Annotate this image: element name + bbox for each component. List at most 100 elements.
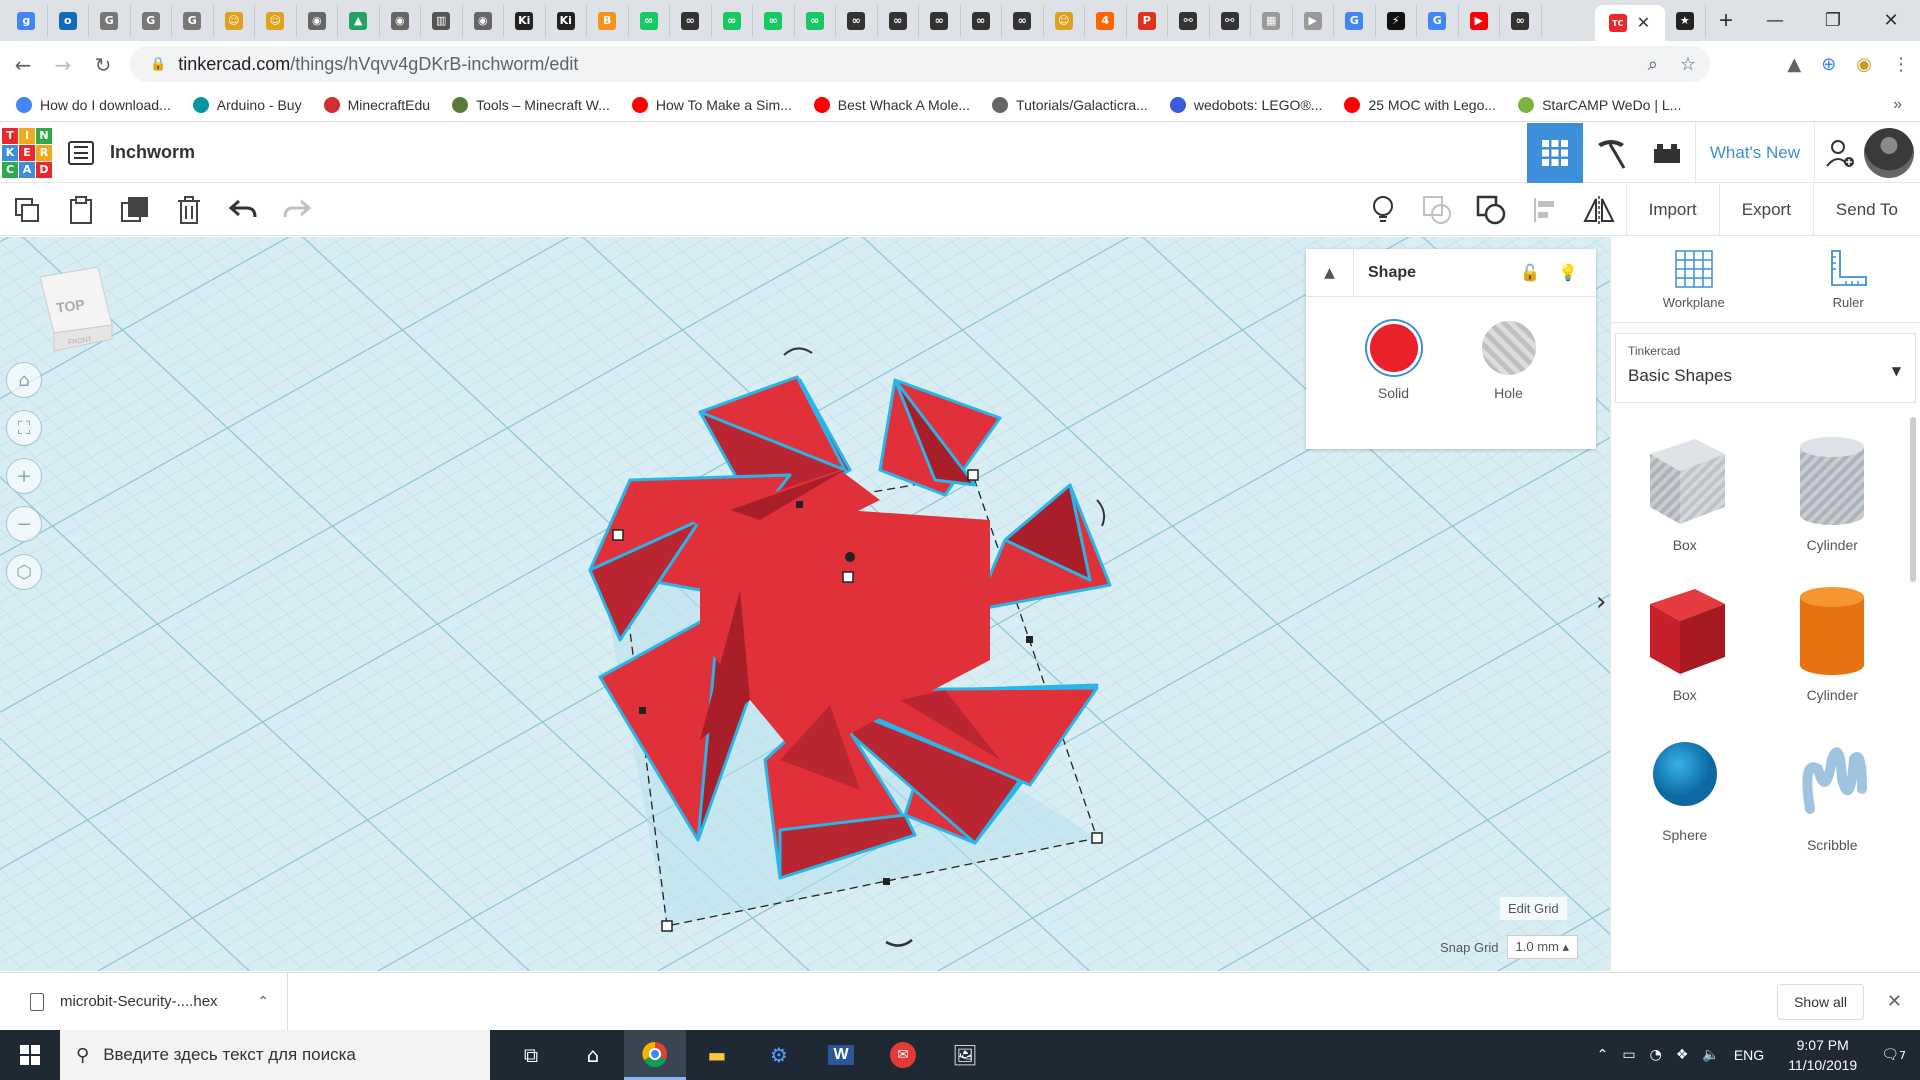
- bookmark-item[interactable]: 25 MOC with Lego...: [1344, 96, 1496, 113]
- dropbox-icon[interactable]: ❖: [1676, 1047, 1689, 1063]
- new-tab-button[interactable]: +: [1706, 7, 1746, 35]
- fit-view-icon[interactable]: ⛶: [6, 410, 42, 446]
- chevron-up-icon[interactable]: ⌃: [257, 994, 269, 1010]
- copy-button[interactable]: [0, 184, 54, 236]
- workplane-tool[interactable]: Workplane: [1663, 249, 1725, 310]
- export-button[interactable]: Export: [1718, 184, 1813, 236]
- forward-arrow-icon[interactable]: →: [46, 53, 80, 77]
- robot-app-icon[interactable]: ⚙: [748, 1030, 810, 1080]
- browser-tab[interactable]: ∞: [961, 4, 1002, 37]
- tinkercad-logo[interactable]: TINKERCAD: [2, 127, 52, 178]
- shape-box-hole[interactable]: Box: [1611, 429, 1759, 553]
- zoom-search-icon[interactable]: ⌕: [1648, 54, 1658, 75]
- browser-tab[interactable]: 4: [1085, 4, 1127, 37]
- browser-tab[interactable]: ∞: [1500, 4, 1542, 37]
- wifi-icon[interactable]: ◔: [1650, 1047, 1662, 1063]
- bookmark-star-icon[interactable]: ☆: [1680, 54, 1696, 75]
- hole-swatch[interactable]: [1481, 321, 1536, 375]
- maximize-button[interactable]: ❐: [1804, 10, 1862, 31]
- browser-tab[interactable]: ▥: [421, 4, 463, 37]
- browser-tab[interactable]: ⚯: [1210, 4, 1251, 37]
- browser-tab[interactable]: ☺: [214, 4, 255, 37]
- browser-tab[interactable]: G: [172, 4, 214, 37]
- taskbar-search[interactable]: ⚲ Введите здесь текст для поиска: [60, 1030, 490, 1080]
- zoom-in-icon[interactable]: +: [6, 458, 42, 494]
- bookmark-item[interactable]: wedobots: LEGO®...: [1169, 96, 1322, 113]
- bookmark-item[interactable]: How To Make a Sim...: [631, 96, 792, 113]
- browser-tab[interactable]: G: [1417, 4, 1459, 37]
- browser-tab[interactable]: G: [131, 4, 172, 37]
- bookmarks-overflow-icon[interactable]: »: [1893, 96, 1902, 114]
- rotate-handle-bottom[interactable]: [885, 939, 913, 947]
- shape-sphere[interactable]: Sphere: [1611, 729, 1759, 853]
- browser-tab[interactable]: o: [48, 4, 89, 37]
- add-user-button[interactable]: [1814, 123, 1864, 183]
- taskbar-clock[interactable]: 9:07 PM 11/10/2019: [1788, 1035, 1857, 1075]
- rotate-handle-right[interactable]: [1096, 499, 1106, 527]
- photos-app-icon[interactable]: 🖼: [934, 1030, 996, 1080]
- send-to-button[interactable]: Send To: [1812, 184, 1920, 236]
- download-item[interactable]: microbit-Security-....hex ⌃: [0, 972, 288, 1031]
- user-avatar[interactable]: [1864, 128, 1914, 178]
- rotate-handle-top[interactable]: [783, 347, 813, 356]
- undo-button[interactable]: [216, 184, 270, 236]
- align-button[interactable]: [1518, 184, 1572, 236]
- browser-tab[interactable]: ∞: [919, 4, 961, 37]
- bookmark-item[interactable]: How do I download...: [16, 96, 171, 113]
- mail-app-icon[interactable]: ✉: [872, 1030, 934, 1080]
- solid-color-swatch[interactable]: [1366, 321, 1421, 375]
- home-app-icon[interactable]: ⌂: [562, 1030, 624, 1080]
- close-download-bar-icon[interactable]: ✕: [1887, 991, 1902, 1012]
- browser-tab[interactable]: ☺: [1044, 4, 1085, 37]
- minimize-button[interactable]: —: [1746, 10, 1804, 31]
- browser-tab[interactable]: ∞: [629, 4, 670, 37]
- browser-menu-icon[interactable]: ⋮: [1892, 54, 1910, 75]
- file-explorer-icon[interactable]: ▬: [686, 1030, 748, 1080]
- shape-scribble[interactable]: Scribble: [1759, 729, 1907, 853]
- redo-button[interactable]: [270, 184, 324, 236]
- snap-grid-select[interactable]: 1.0 mm ▴: [1506, 935, 1579, 959]
- browser-tab[interactable]: g: [6, 4, 48, 37]
- mirror-button[interactable]: [1572, 184, 1626, 236]
- bricks-view-button[interactable]: [1639, 123, 1695, 183]
- import-button[interactable]: Import: [1625, 184, 1719, 236]
- shapes-scrollbar[interactable]: [1910, 417, 1916, 582]
- home-view-icon[interactable]: ⌂: [6, 362, 42, 398]
- browser-tab[interactable]: ◉: [463, 4, 504, 37]
- browser-tab[interactable]: ▶: [1459, 4, 1500, 37]
- perspective-icon[interactable]: ⬡: [6, 554, 42, 590]
- browser-tab[interactable]: P: [1127, 4, 1168, 37]
- zoom-out-icon[interactable]: −: [6, 506, 42, 542]
- browser-tab[interactable]: ∞: [670, 4, 712, 37]
- bookmark-item[interactable]: Tools – Minecraft W...: [452, 96, 610, 113]
- reload-icon[interactable]: ↻: [86, 53, 120, 77]
- inspector-collapse-icon[interactable]: ▲: [1306, 248, 1354, 297]
- shape-library-select[interactable]: Tinkercad Basic Shapes ▼: [1615, 333, 1916, 403]
- blocks-view-button[interactable]: [1583, 123, 1639, 183]
- browser-tab[interactable]: ∞: [753, 4, 795, 37]
- bookmark-item[interactable]: StarCAMP WeDo | L...: [1518, 96, 1681, 113]
- tray-chevron-up-icon[interactable]: ⌃: [1597, 1047, 1609, 1063]
- 3d-design-view-button[interactable]: [1526, 123, 1583, 183]
- design-title[interactable]: Inchworm: [110, 142, 195, 163]
- browser-tab[interactable]: ▦: [1251, 4, 1293, 37]
- task-view-icon[interactable]: ⧉: [500, 1030, 562, 1080]
- browser-tab[interactable]: ∞: [712, 4, 753, 37]
- shape-cylinder-hole[interactable]: Cylinder: [1759, 429, 1907, 553]
- browser-tab[interactable]: ★: [1665, 4, 1706, 37]
- input-language[interactable]: ENG: [1734, 1047, 1764, 1063]
- solid-option[interactable]: Solid: [1366, 321, 1421, 401]
- browser-tab[interactable]: ☺: [255, 4, 297, 37]
- browser-tab[interactable]: ⚯: [1168, 4, 1210, 37]
- active-tab[interactable]: TC ✕: [1594, 5, 1665, 41]
- battery-icon[interactable]: ▭: [1622, 1047, 1635, 1063]
- shape-cylinder-solid[interactable]: Cylinder: [1759, 579, 1907, 703]
- workplane-canvas[interactable]: TOP FRONT ⌂ ⛶ + − ⬡ ▲ Shape 🔓 💡 Solid Ho…: [0, 237, 1610, 971]
- browser-tab[interactable]: G: [89, 4, 131, 37]
- browser-tab[interactable]: ∞: [836, 4, 878, 37]
- browser-tab[interactable]: ∞: [878, 4, 919, 37]
- browser-tab[interactable]: ∞: [795, 4, 836, 37]
- browser-tab[interactable]: Ki: [546, 4, 587, 37]
- hole-option[interactable]: Hole: [1481, 321, 1536, 401]
- browser-tab[interactable]: ▲: [338, 4, 380, 37]
